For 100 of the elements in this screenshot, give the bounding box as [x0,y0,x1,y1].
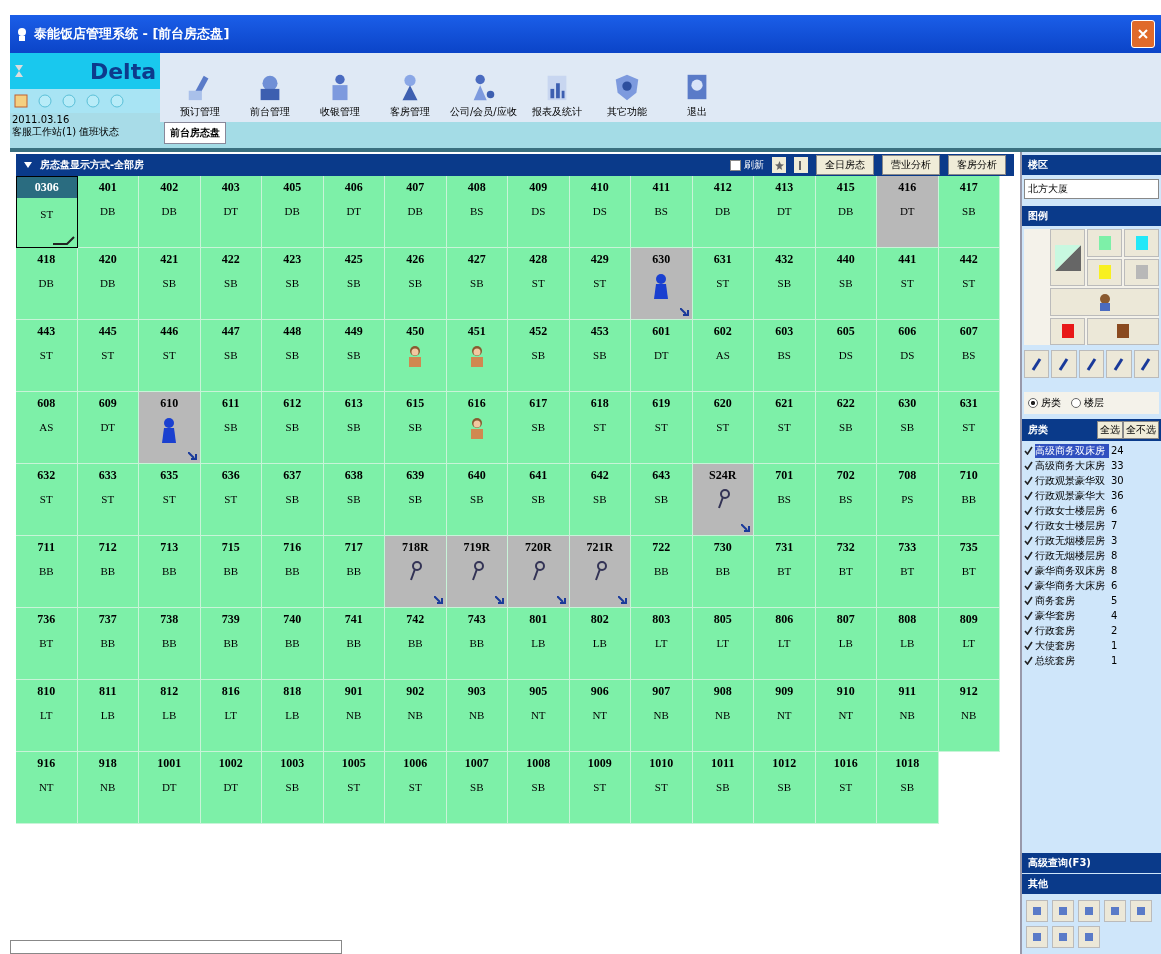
room-tile[interactable]: 1009 ST [569,752,631,824]
room-tile[interactable]: 732 BT [815,536,877,608]
room-tile[interactable]: 602 AS [692,320,754,392]
room-tile[interactable]: 426 SB [385,248,447,320]
room-tile[interactable]: 710 BB [938,464,1000,536]
room-tile[interactable]: 741 BB [323,608,385,680]
room-tile[interactable]: 909 NT [754,680,816,752]
room-tile[interactable]: 422 SB [200,248,262,320]
room-tile[interactable]: 1001 DT [139,752,201,824]
nav-button[interactable]: 公司/会员/应收 [450,71,517,119]
checkbox[interactable] [1024,641,1033,650]
room-tile[interactable]: 427 SB [446,248,508,320]
section-header[interactable]: 高级查询(F3) [1022,853,1161,873]
room-tile[interactable]: 1006 ST [385,752,447,824]
room-tile[interactable]: 739 BB [200,608,262,680]
room-type-item[interactable]: 商务套房 [1035,593,1109,608]
room-tile[interactable]: 407 DB [385,176,447,248]
room-tile[interactable]: 911 NB [877,680,939,752]
room-tile[interactable]: 810 LT [16,680,78,752]
room-type-item[interactable]: 行政女士楼层房 [1035,518,1109,533]
room-tile[interactable]: 717 BB [323,536,385,608]
room-tile[interactable]: 605 DS [815,320,877,392]
room-tile[interactable]: 449 SB [323,320,385,392]
room-tile[interactable]: 401 DB [77,176,139,248]
nav-button[interactable]: 预订管理 [170,71,230,119]
radio-button[interactable]: 房类 [1028,396,1061,410]
room-type-item[interactable]: 行政无烟楼层房 [1035,533,1109,548]
checkbox[interactable] [1024,566,1033,575]
room-type-item[interactable]: 总统套房 [1035,653,1109,668]
room-tile[interactable]: 916 NT [16,752,78,824]
room-tile[interactable]: 738 BB [139,608,201,680]
room-tile[interactable]: 818 LB [262,680,324,752]
room-tile[interactable]: 621 ST [754,392,816,464]
room-tile[interactable]: 633 ST [77,464,139,536]
room-tile[interactable]: 409 DS [508,176,570,248]
close-icon[interactable] [1131,20,1155,48]
room-tile[interactable]: 1007 SB [446,752,508,824]
room-tile[interactable]: 631 ST [938,392,1000,464]
room-tile[interactable]: 403 DT [200,176,262,248]
room-tile[interactable]: 420 DB [77,248,139,320]
checkbox[interactable] [1024,491,1033,500]
room-tile[interactable]: 716 BB [262,536,324,608]
room-tile[interactable]: 801 LB [508,608,570,680]
room-tile[interactable]: 406 DT [323,176,385,248]
room-tile[interactable]: 446 ST [139,320,201,392]
room-tile[interactable]: 1012 SB [754,752,816,824]
room-type-item[interactable]: 豪华套房 [1035,608,1109,623]
room-tile[interactable]: 428 ST [508,248,570,320]
nav-button[interactable]: 前台管理 [240,71,300,119]
room-tile[interactable]: 730 BB [692,536,754,608]
room-tile[interactable]: 712 BB [77,536,139,608]
room-tile[interactable]: 402 DB [139,176,201,248]
room-tile[interactable]: 719R [446,536,508,608]
room-tile[interactable]: 617 SB [508,392,570,464]
room-tile[interactable]: 418 DB [16,248,78,320]
room-type-item[interactable]: 行政观景豪华大 [1035,488,1109,503]
select-all-button[interactable]: 全选 [1097,421,1123,439]
room-type-item[interactable]: 行政套房 [1035,623,1109,638]
room-tile[interactable]: 440 SB [815,248,877,320]
room-tile[interactable]: 713 BB [139,536,201,608]
radio-button[interactable]: 楼层 [1071,396,1104,410]
panel-button[interactable]: 全日房态 [816,155,874,175]
room-tile[interactable]: 635 ST [139,464,201,536]
room-tile[interactable]: 639 SB [385,464,447,536]
room-tile[interactable]: 425 SB [323,248,385,320]
room-tile[interactable]: 620 ST [692,392,754,464]
room-tile[interactable]: 417 SB [938,176,1000,248]
room-tile[interactable]: 405 DB [262,176,324,248]
room-tile[interactable]: 722 BB [631,536,693,608]
checkbox[interactable] [1024,506,1033,515]
room-tile[interactable]: 907 NB [631,680,693,752]
room-tile[interactable]: 905 NT [508,680,570,752]
room-tile[interactable]: 1008 SB [508,752,570,824]
room-tile[interactable]: 702 BS [815,464,877,536]
room-tile[interactable]: 613 SB [323,392,385,464]
room-tile[interactable]: 809 LT [938,608,1000,680]
room-tile[interactable]: 1002 DT [200,752,262,824]
room-tile[interactable]: 731 BT [754,536,816,608]
checkbox[interactable] [1024,581,1033,590]
room-tile[interactable]: 811 LB [77,680,139,752]
room-tile[interactable]: 630 [631,248,693,320]
room-tile[interactable]: 812 LB [139,680,201,752]
room-type-item[interactable]: 行政女士楼层房 [1035,503,1109,518]
checkbox[interactable] [1024,596,1033,605]
room-tile[interactable]: 641 SB [508,464,570,536]
room-tile[interactable]: 452 SB [508,320,570,392]
room-tile[interactable]: 718R [385,536,447,608]
room-type-item[interactable]: 高级商务双床房 [1035,443,1109,458]
refresh-checkbox[interactable]: 刷新 [730,158,764,172]
room-tile[interactable]: 408 BS [446,176,508,248]
room-tile[interactable]: 618 ST [569,392,631,464]
room-tile[interactable]: 453 SB [569,320,631,392]
room-tile[interactable]: 636 ST [200,464,262,536]
room-tile[interactable]: 619 ST [631,392,693,464]
room-tile[interactable]: 1016 ST [815,752,877,824]
room-tile[interactable]: 643 SB [631,464,693,536]
room-tile[interactable]: 720R [508,536,570,608]
room-tile[interactable]: 901 NB [323,680,385,752]
room-tile[interactable]: 606 DS [877,320,939,392]
room-tile[interactable]: 912 NB [938,680,1000,752]
